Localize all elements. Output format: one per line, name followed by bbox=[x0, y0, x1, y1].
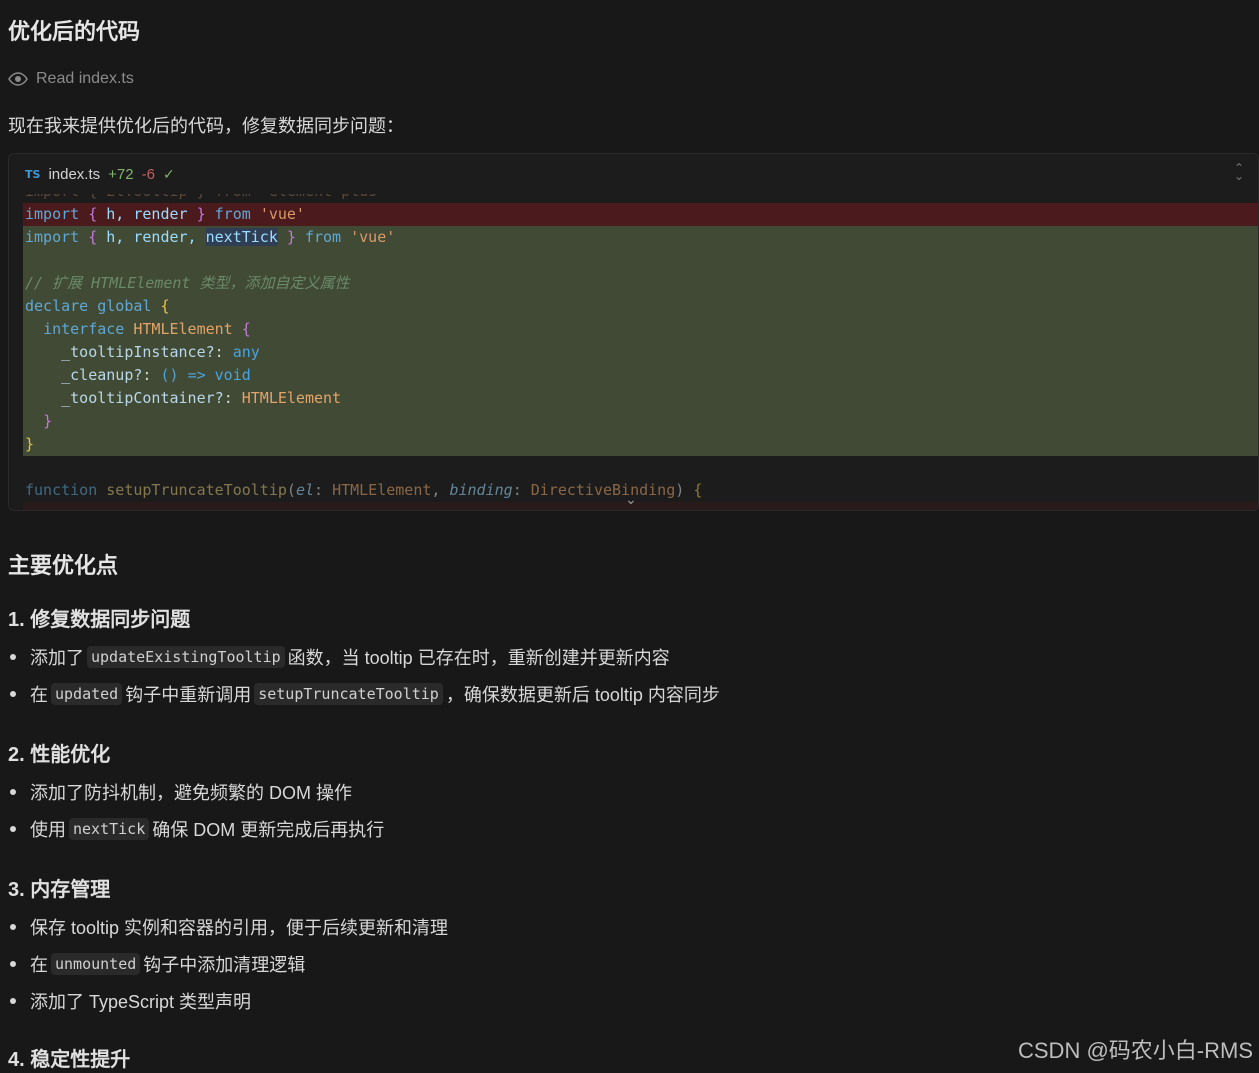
code-header: TS index.ts +72 -6 ✓ bbox=[9, 154, 1258, 194]
code-filename[interactable]: index.ts bbox=[48, 166, 100, 183]
expand-collapse-icon[interactable]: ⌃ ⌄ bbox=[1234, 162, 1244, 182]
subsection-heading: 4. 稳定性提升 bbox=[8, 1049, 131, 1071]
code-line-added: _tooltipContainer?: HTMLElement bbox=[23, 387, 1258, 410]
inline-code: updated bbox=[51, 683, 123, 705]
code-line-added: _cleanup?: () => void bbox=[23, 364, 1258, 387]
page-title: 优化后的代码 bbox=[8, 19, 141, 44]
subsection-heading: 1. 修复数据同步问题 bbox=[8, 609, 191, 631]
list-item: 在 updated 钩子中重新调用 setupTruncateTooltip ，确保数据… bbox=[10, 681, 720, 707]
chevron-down-icon[interactable]: ⌄ bbox=[625, 491, 637, 508]
additions-count: +72 bbox=[108, 165, 134, 183]
intro-text: 现在我来提供优化后的代码，修复数据同步问题： bbox=[8, 116, 404, 136]
watermark: CSDN @码农小白-RMS bbox=[1018, 1038, 1253, 1063]
list-item: 保存 tooltip 实例和容器的引用，便于后续更新和清理 bbox=[10, 914, 448, 940]
typescript-icon: TS bbox=[25, 167, 41, 181]
code-line-added: } bbox=[23, 433, 1258, 456]
inline-code: unmounted bbox=[51, 953, 141, 975]
eye-icon bbox=[8, 72, 28, 86]
code-body: import { ElTooltip } from 'element-plus'… bbox=[23, 182, 1258, 510]
read-file-action[interactable]: Read index.ts bbox=[8, 70, 134, 88]
code-line: function setupTruncateTooltip(el: HTMLEl… bbox=[25, 481, 703, 499]
list-item: 添加了防抖机制，避免频繁的 DOM 操作 bbox=[10, 779, 352, 805]
inline-code: setupTruncateTooltip bbox=[254, 683, 443, 705]
check-icon: ✓ bbox=[162, 165, 175, 182]
code-line-added: } bbox=[23, 410, 1258, 433]
subsection-heading: 2. 性能优化 bbox=[8, 744, 111, 766]
code-diff-card[interactable]: TS index.ts +72 -6 ✓ ⌃⌄ import { ElToolt… bbox=[8, 153, 1259, 511]
code-line-added: declare global { bbox=[23, 295, 1258, 318]
code-line-removed bbox=[23, 502, 1258, 510]
code-line-removed: import { h, render } from 'vue' bbox=[23, 203, 1258, 226]
code-line-added: interface HTMLElement { bbox=[23, 318, 1258, 341]
deletions-count: -6 bbox=[141, 165, 155, 183]
inline-code: updateExistingTooltip bbox=[87, 646, 285, 668]
section-heading: 主要优化点 bbox=[8, 553, 119, 578]
list-item: 添加了 TypeScript 类型声明 bbox=[10, 988, 251, 1014]
inline-code: nextTick bbox=[69, 818, 150, 840]
list-item: 在 unmounted 钩子中添加清理逻辑 bbox=[10, 951, 305, 977]
code-line-added: // 扩展 HTMLElement 类型，添加自定义属性 bbox=[23, 272, 1258, 295]
list-item: 添加了 updateExistingTooltip 函数，当 tooltip 已存在… bbox=[10, 644, 670, 670]
subsection-heading: 3. 内存管理 bbox=[8, 879, 111, 901]
chat-message: 优化后的代码 Read index.ts 现在我来提供优化后的代码，修复数据同步… bbox=[0, 0, 1259, 1073]
list-item: 使用 nextTick 确保 DOM 更新完成后再执行 bbox=[10, 816, 384, 842]
read-file-label: Read index.ts bbox=[36, 70, 134, 87]
code-line-added: import { h, render, nextTick } from 'vue… bbox=[23, 226, 1258, 249]
code-line-added bbox=[23, 249, 1258, 272]
code-line-added: _tooltipInstance?: any bbox=[23, 341, 1258, 364]
